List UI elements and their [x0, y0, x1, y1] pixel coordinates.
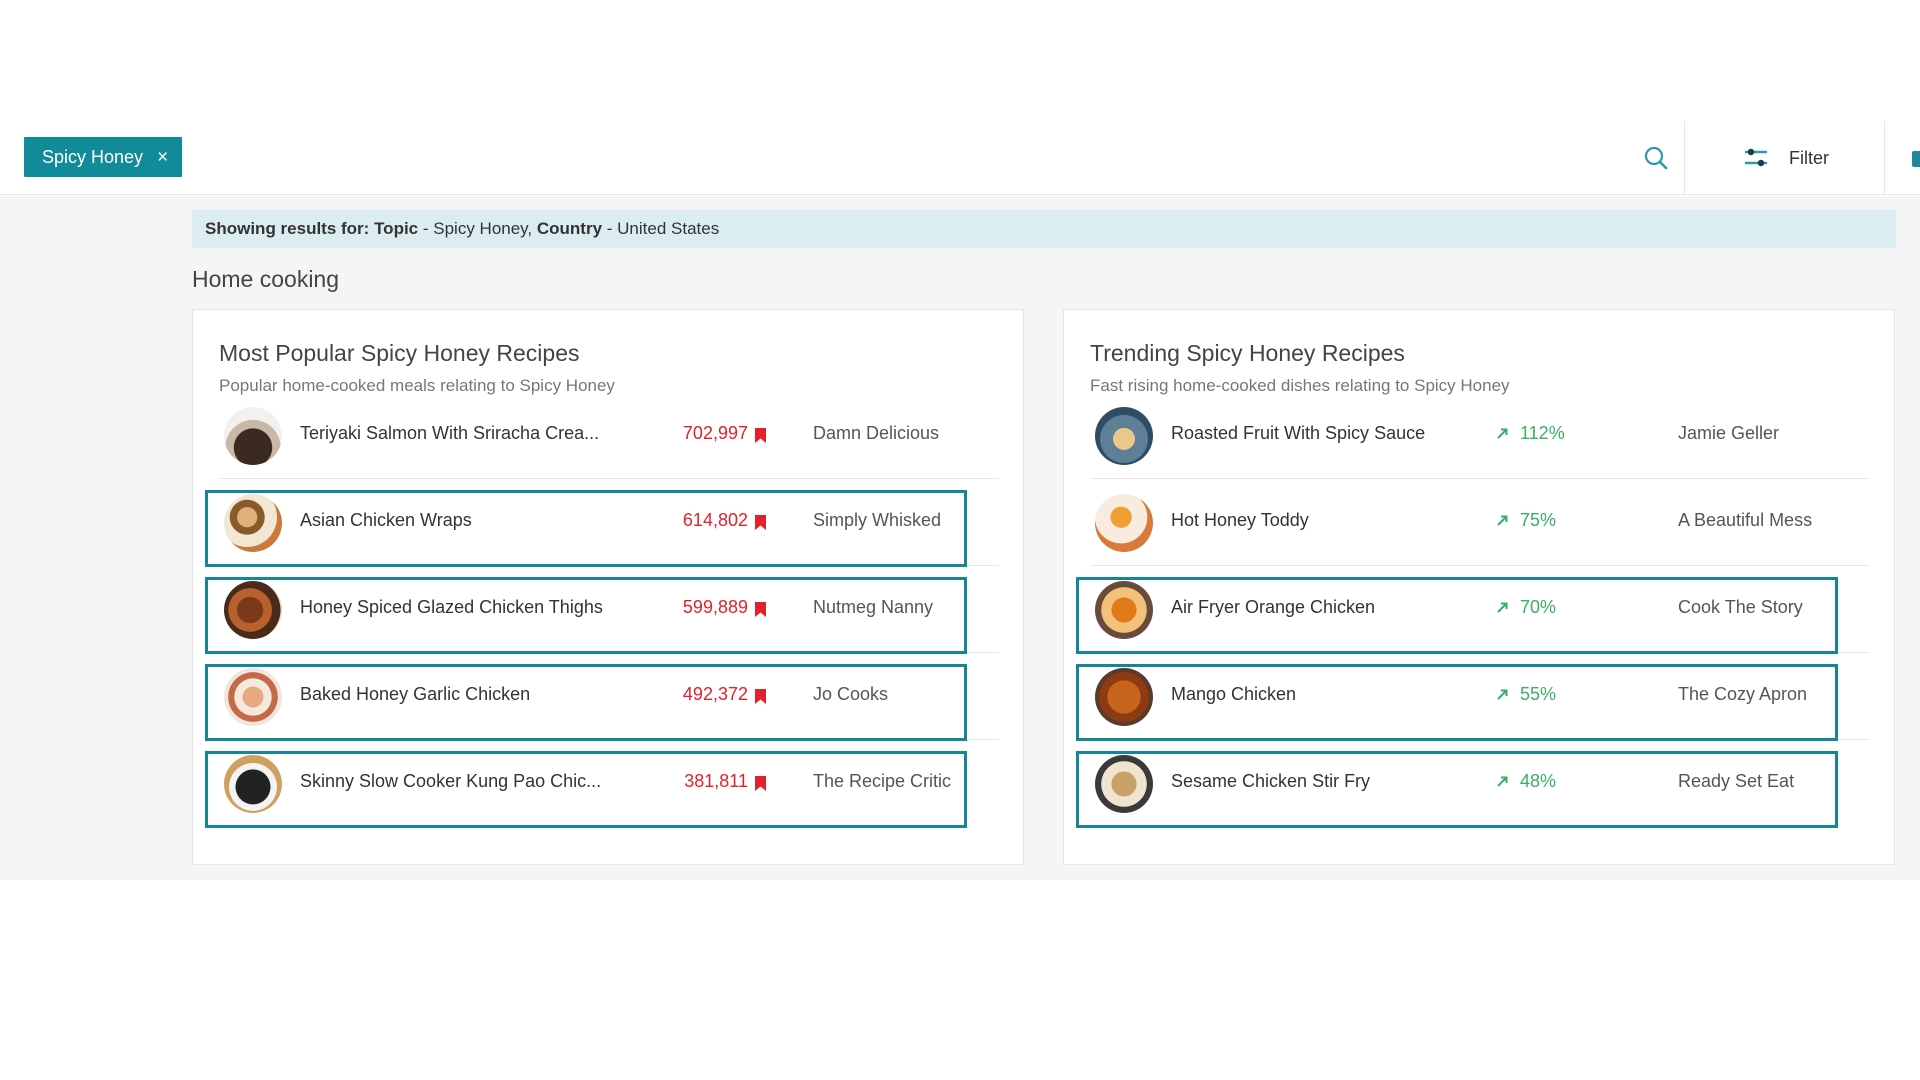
recipe-source[interactable]: Damn Delicious: [813, 423, 939, 444]
growth-percent: 48%: [1520, 771, 1557, 791]
banner-prefix: Showing results for:: [205, 219, 375, 238]
recipe-source[interactable]: Jamie Geller: [1678, 423, 1779, 444]
recipe-title[interactable]: Honey Spiced Glazed Chicken Thighs: [300, 597, 603, 618]
recipe-thumbnail: [224, 494, 282, 552]
panel-toggle-icon[interactable]: [1912, 151, 1920, 167]
growth-percent: 70%: [1520, 597, 1557, 617]
recipe-thumbnail: [1095, 494, 1153, 552]
recipe-source[interactable]: A Beautiful Mess: [1678, 510, 1812, 531]
topic-chip-label: Spicy Honey: [42, 146, 144, 167]
recipe-title[interactable]: Hot Honey Toddy: [1171, 510, 1309, 531]
recipe-source[interactable]: The Cozy Apron: [1678, 684, 1807, 705]
banner-topic-value: - Spicy Honey,: [418, 219, 537, 238]
recipe-thumbnail: [224, 407, 282, 465]
recipe-source[interactable]: Cook The Story: [1678, 597, 1803, 618]
trending-up-arrow-icon: [1497, 689, 1508, 700]
list-item[interactable]: Asian Chicken Wraps 614,802 Simply Whisked: [219, 479, 999, 566]
recipe-thumbnail: [1095, 407, 1153, 465]
popularity-count: 702,997: [682, 423, 748, 443]
growth-percent: 55%: [1520, 684, 1557, 704]
recipe-title[interactable]: Skinny Slow Cooker Kung Pao Chic...: [300, 771, 601, 792]
main-content: Showing results for: Topic - Spicy Honey…: [0, 196, 1920, 880]
list-item[interactable]: Sesame Chicken Stir Fry 48% Ready Set Eat: [1090, 740, 1870, 827]
card-title: Trending Spicy Honey Recipes: [1090, 340, 1405, 366]
recipe-title[interactable]: Roasted Fruit With Spicy Sauce: [1171, 423, 1425, 444]
recipe-source[interactable]: Ready Set Eat: [1678, 771, 1794, 792]
banner-topic-key: Topic: [374, 219, 419, 238]
filter-sliders-icon: [1745, 148, 1767, 167]
trending-recipes-card: Trending Spicy Honey Recipes Fast rising…: [1063, 309, 1895, 865]
list-item[interactable]: Honey Spiced Glazed Chicken Thighs 599,88…: [219, 566, 999, 653]
list-item[interactable]: Air Fryer Orange Chicken 70% Cook The Stor…: [1090, 566, 1870, 653]
list-item[interactable]: Skinny Slow Cooker Kung Pao Chic... 381,8…: [219, 740, 999, 827]
recipe-source[interactable]: Jo Cooks: [813, 684, 888, 705]
list-item[interactable]: Baked Honey Garlic Chicken 492,372 Jo Cook…: [219, 653, 999, 740]
recipe-thumbnail: [1095, 668, 1153, 726]
recipe-thumbnail: [224, 581, 282, 639]
recipe-thumbnail: [1095, 755, 1153, 813]
list-item[interactable]: Mango Chicken 55% The Cozy Apron: [1090, 653, 1870, 740]
recipe-source[interactable]: Nutmeg Nanny: [813, 597, 933, 618]
popularity-count: 599,889: [682, 597, 748, 617]
growth-percent: 112%: [1520, 423, 1565, 443]
trending-up-arrow-icon: [1497, 515, 1508, 526]
filter-label: Filter: [1789, 147, 1829, 168]
toolbar-divider: [1884, 121, 1885, 195]
recipe-title[interactable]: Sesame Chicken Stir Fry: [1171, 771, 1370, 792]
banner-country-key: Country: [536, 219, 603, 238]
banner-country-value: - United States: [602, 219, 720, 238]
trending-up-arrow-icon: [1497, 428, 1508, 439]
recipe-thumbnail: [224, 668, 282, 726]
recipe-title[interactable]: Asian Chicken Wraps: [300, 510, 472, 531]
bookmark-icon[interactable]: [755, 602, 766, 617]
recipe-title[interactable]: Mango Chicken: [1171, 684, 1296, 705]
recipe-source[interactable]: Simply Whisked: [813, 510, 941, 531]
recipe-thumbnail: [1095, 581, 1153, 639]
toolbar-divider: [1684, 121, 1685, 195]
popularity-count: 614,802: [682, 510, 748, 530]
trending-up-arrow-icon: [1497, 602, 1508, 613]
growth-percent: 75%: [1520, 510, 1557, 530]
recipe-source[interactable]: The Recipe Critic: [813, 771, 951, 792]
list-item[interactable]: Roasted Fruit With Spicy Sauce 112% Jamie …: [1090, 392, 1870, 479]
bookmark-icon[interactable]: [755, 428, 766, 443]
filter-button[interactable]: Filter: [1686, 121, 1886, 195]
topic-chip[interactable]: Spicy Honey ×: [24, 137, 183, 177]
list-item[interactable]: Teriyaki Salmon With Sriracha Crea... 702…: [219, 392, 999, 479]
recipe-title[interactable]: Teriyaki Salmon With Sriracha Crea...: [300, 423, 599, 444]
recipe-thumbnail: [224, 755, 282, 813]
search-icon: [1644, 146, 1668, 170]
trending-up-arrow-icon: [1497, 776, 1508, 787]
popularity-count: 492,372: [682, 684, 748, 704]
card-title: Most Popular Spicy Honey Recipes: [219, 340, 580, 366]
bookmark-icon[interactable]: [755, 689, 766, 704]
bookmark-icon[interactable]: [755, 515, 766, 530]
section-title: Home cooking: [192, 266, 340, 292]
bookmark-icon[interactable]: [755, 776, 766, 791]
top-bar: Spicy Honey × Filter: [0, 121, 1920, 195]
list-item[interactable]: Hot Honey Toddy 75% A Beautiful Mess: [1090, 479, 1870, 566]
search-button[interactable]: [1628, 121, 1684, 195]
results-banner: Showing results for: Topic - Spicy Honey…: [192, 210, 1896, 248]
recipe-title[interactable]: Baked Honey Garlic Chicken: [300, 684, 530, 705]
close-icon[interactable]: ×: [157, 148, 168, 167]
recipe-title[interactable]: Air Fryer Orange Chicken: [1171, 597, 1375, 618]
popular-recipes-card: Most Popular Spicy Honey Recipes Popular…: [192, 309, 1024, 865]
popularity-count: 381,811: [684, 771, 748, 791]
